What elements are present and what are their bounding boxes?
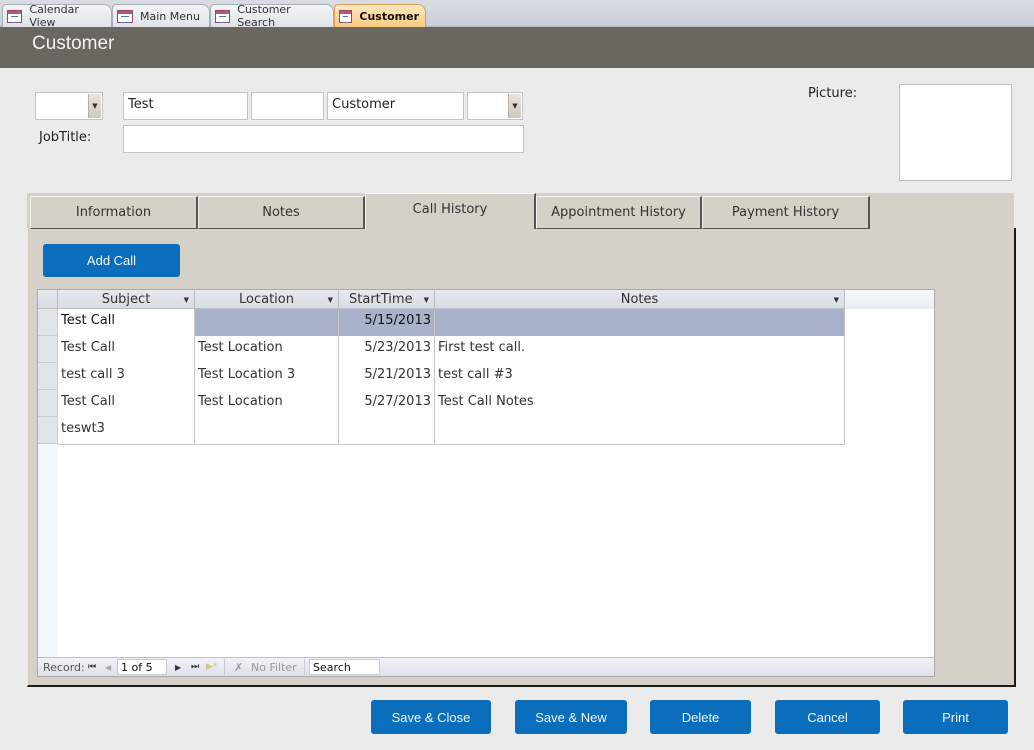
form-icon <box>215 9 231 23</box>
column-header-subject[interactable]: Subject ▼ <box>58 290 195 309</box>
add-call-button[interactable]: Add Call <box>43 244 180 277</box>
nav-divider <box>304 659 305 675</box>
suffix-combo[interactable]: ▼ <box>467 92 523 120</box>
job-title-field[interactable] <box>123 125 524 153</box>
current-record-input[interactable]: 1 of 5 <box>117 659 167 675</box>
title-combo[interactable]: ▼ <box>35 92 103 120</box>
doc-tab-calendar-view[interactable]: Calendar View <box>2 3 112 29</box>
doc-tab-label: Customer <box>359 9 419 23</box>
cell-subject[interactable]: Test Call <box>58 309 195 336</box>
tab-appointment-history[interactable]: Appointment History <box>536 196 702 229</box>
filter-icon: ✗ <box>234 660 244 674</box>
previous-record-icon[interactable]: ◀ <box>105 660 111 674</box>
form-header: Customer <box>0 27 1034 68</box>
last-name-field[interactable]: Customer <box>327 92 464 120</box>
cell-starttime[interactable]: 5/27/2013 <box>339 390 435 417</box>
search-input[interactable]: Search <box>309 659 380 675</box>
column-header-starttime[interactable]: StartTime ▼ <box>339 290 435 309</box>
delete-button[interactable]: Delete <box>650 700 751 734</box>
form-icon <box>7 9 23 23</box>
column-header-label: StartTime <box>349 291 413 307</box>
sort-filter-arrow-icon[interactable]: ▼ <box>328 296 333 304</box>
sort-filter-arrow-icon[interactable]: ▼ <box>834 296 839 304</box>
cell-location[interactable] <box>195 417 339 444</box>
sort-filter-arrow-icon[interactable]: ▼ <box>184 296 189 304</box>
doc-tab-label: Main Menu <box>140 9 200 23</box>
select-all-corner[interactable] <box>38 290 58 309</box>
middle-name-field[interactable] <box>251 92 324 120</box>
cell-location[interactable]: Test Location <box>195 336 339 363</box>
doc-tab-label: Customer Search <box>237 3 291 29</box>
record-label: Record: <box>43 660 85 674</box>
no-filter-button[interactable]: No Filter <box>251 660 297 674</box>
next-record-icon[interactable]: ▶ <box>175 660 181 674</box>
chevron-down-icon[interactable]: ▼ <box>88 94 101 118</box>
column-header-label: Notes <box>620 291 659 307</box>
cell-subject[interactable]: Test Call <box>58 390 195 417</box>
tab-payment-history[interactable]: Payment History <box>702 196 870 229</box>
cell-subject[interactable]: Test Call <box>58 336 195 363</box>
cell-starttime[interactable]: 5/23/2013 <box>339 336 435 363</box>
tab-notes[interactable]: Notes <box>198 196 365 229</box>
cell-location[interactable]: Test Location 3 <box>195 363 339 390</box>
nav-divider <box>224 659 225 675</box>
cell-starttime[interactable]: 5/21/2013 <box>339 363 435 390</box>
doc-tab-customer-search[interactable]: Customer Search <box>210 3 334 29</box>
cell-notes[interactable]: First test call. <box>435 336 845 363</box>
document-tab-strip: Calendar View Main Menu Customer Search … <box>0 0 1034 29</box>
doc-tab-main-menu[interactable]: Main Menu <box>112 4 210 27</box>
cell-notes[interactable]: Test Call Notes <box>435 390 845 417</box>
cell-subject[interactable]: test call 3 <box>58 363 195 390</box>
cancel-button[interactable]: Cancel <box>775 700 880 734</box>
first-record-icon[interactable]: ⏮ <box>88 660 96 674</box>
print-button[interactable]: Print <box>903 700 1008 734</box>
form-icon <box>339 9 353 23</box>
call-history-datasheet: Subject ▼ Location ▼ StartTime ▼ Notes ▼… <box>37 289 935 677</box>
cell-starttime[interactable]: 5/15/2013 <box>339 309 435 336</box>
cell-location[interactable] <box>195 309 339 336</box>
record-selector[interactable] <box>38 417 58 444</box>
record-selector[interactable] <box>38 336 58 363</box>
cell-notes[interactable] <box>435 309 845 336</box>
cell-notes[interactable]: test call #3 <box>435 363 845 390</box>
picture-label: Picture: <box>808 86 858 101</box>
sort-filter-arrow-icon[interactable]: ▼ <box>424 296 429 304</box>
cell-subject[interactable]: teswt3 <box>58 417 195 444</box>
column-header-label: Subject <box>101 291 151 307</box>
column-header-notes[interactable]: Notes ▼ <box>435 290 845 309</box>
chevron-down-icon[interactable]: ▼ <box>508 94 521 118</box>
job-title-label: JobTitle: <box>39 130 92 145</box>
tab-call-history[interactable]: Call History <box>365 193 536 229</box>
first-name-field[interactable]: Test <box>123 92 248 120</box>
cell-starttime[interactable] <box>339 417 435 444</box>
doc-tab-customer[interactable]: Customer <box>334 4 426 27</box>
record-selector[interactable] <box>38 390 58 417</box>
record-navigator: Record: ⏮ ◀ 1 of 5 ▶ ⏭ ▶* ✗ No Filter Se… <box>38 657 934 676</box>
column-header-label: Location <box>239 291 294 307</box>
tab-information[interactable]: Information <box>30 196 198 229</box>
cell-location[interactable]: Test Location <box>195 390 339 417</box>
record-selector[interactable] <box>38 309 58 336</box>
form-title: Customer <box>32 33 115 54</box>
record-selector[interactable] <box>38 363 58 390</box>
cell-notes[interactable] <box>435 417 845 444</box>
new-record-icon[interactable]: ▶* <box>206 660 217 674</box>
picture-frame[interactable] <box>899 84 1012 181</box>
last-record-icon[interactable]: ⏭ <box>191 660 199 674</box>
grid-bottom-border <box>58 444 845 445</box>
save-close-button[interactable]: Save & Close <box>371 700 491 734</box>
form-icon <box>117 9 133 23</box>
doc-tab-label: Calendar View <box>29 3 79 29</box>
save-new-button[interactable]: Save & New <box>515 700 627 734</box>
column-header-location[interactable]: Location ▼ <box>195 290 339 309</box>
